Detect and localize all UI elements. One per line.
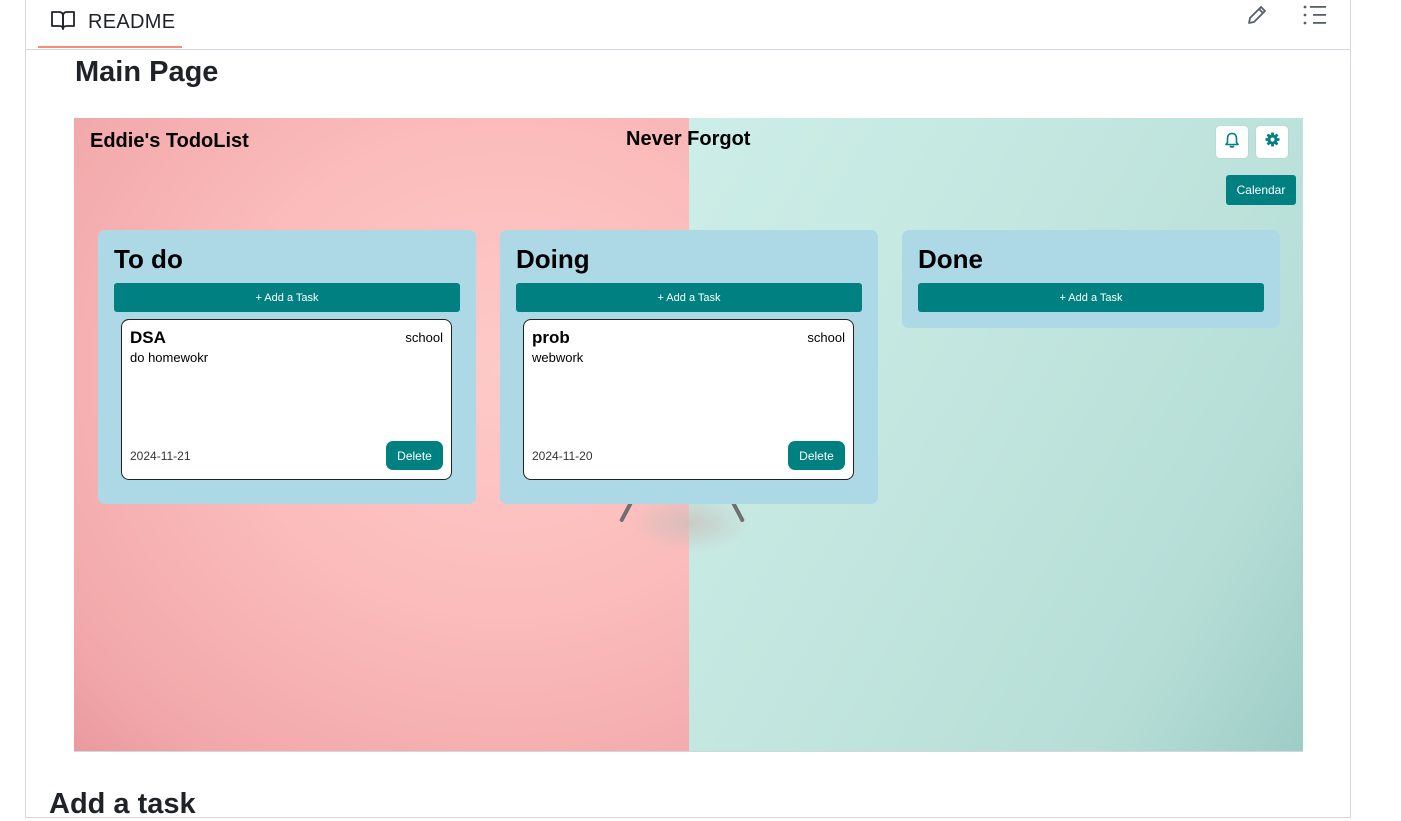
book-icon [50, 9, 76, 36]
column-title: Done [918, 244, 983, 274]
app-slogan: Never Forgot [626, 128, 751, 150]
readme-tab[interactable]: README [38, 0, 182, 48]
pencil-icon[interactable] [1244, 2, 1270, 28]
column-title: To do [114, 244, 183, 274]
delete-button[interactable]: Delete [788, 441, 845, 470]
task-title: DSA [130, 328, 166, 347]
column-done: Done + Add a Task [902, 230, 1280, 328]
add-task-button[interactable]: + Add a Task [918, 283, 1264, 312]
readme-tab-label: README [88, 10, 176, 33]
task-tag: school [405, 330, 443, 345]
task-tag: school [807, 330, 845, 345]
notifications-button[interactable] [1216, 126, 1248, 158]
column-todo: To do + Add a Task DSA school do homewok… [98, 230, 476, 504]
app-screenshot: Eddie's TodoList Never Forgot Calendar T… [74, 118, 1303, 752]
settings-button[interactable] [1256, 126, 1288, 158]
column-title: Doing [516, 244, 590, 274]
gear-icon [1264, 132, 1280, 152]
task-date: 2024-11-21 [130, 449, 191, 463]
list-icon[interactable] [1302, 2, 1328, 28]
bell-icon [1225, 132, 1239, 153]
page-title: Main Page [75, 56, 219, 88]
add-task-button[interactable]: + Add a Task [114, 283, 460, 312]
task-description: do homewokr [130, 350, 209, 365]
delete-button[interactable]: Delete [386, 441, 443, 470]
task-card[interactable]: DSA school do homewokr 2024-11-21 Delete [121, 319, 452, 480]
task-card[interactable]: prob school webwork 2024-11-20 Delete [523, 319, 854, 480]
section-heading: Add a task [49, 788, 196, 820]
readme-header: README [26, 0, 1350, 50]
task-title: prob [532, 328, 570, 347]
task-date: 2024-11-20 [532, 449, 593, 463]
add-task-button[interactable]: + Add a Task [516, 283, 862, 312]
column-doing: Doing + Add a Task prob school webwork 2… [500, 230, 878, 504]
app-title: Eddie's TodoList [90, 130, 249, 152]
calendar-button[interactable]: Calendar [1226, 175, 1296, 205]
task-description: webwork [532, 350, 584, 365]
